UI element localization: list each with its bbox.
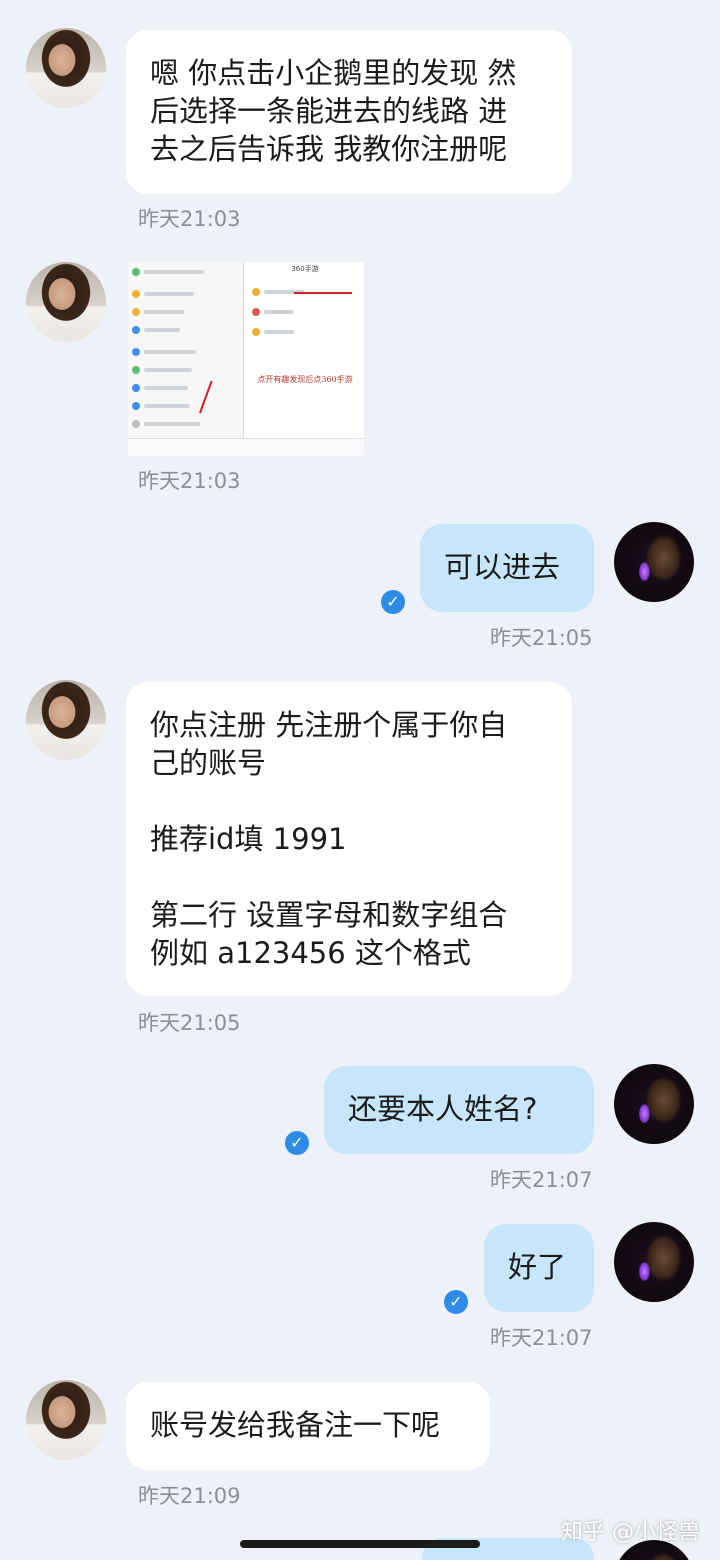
message-bubble-outgoing[interactable]: 可以进去	[420, 524, 594, 612]
message-timestamp: 昨天21:05	[490, 626, 593, 650]
message-bubble-incoming[interactable]: 嗯 你点击小企鹅里的发现 然 后选择一条能进去的线路 进 去之后告诉我 我教你注…	[126, 30, 572, 194]
self-avatar[interactable]	[614, 522, 694, 602]
message-timestamp: 昨天21:09	[138, 1484, 241, 1508]
message-timestamp: 昨天21:07	[490, 1326, 593, 1350]
check-circle-icon: ✓	[285, 1131, 309, 1155]
message-bubble-incoming[interactable]: 账号发给我备注一下呢	[126, 1382, 490, 1470]
message-bubble-outgoing[interactable]: 还要本人姓名?	[324, 1066, 594, 1154]
self-avatar[interactable]	[614, 1064, 694, 1144]
screenshot-caption: 点开有趣发现后点360手游	[257, 375, 353, 384]
contact-avatar[interactable]	[26, 1380, 106, 1460]
screenshot-tabbar	[128, 438, 364, 456]
message-timestamp: 昨天21:03	[138, 469, 241, 493]
home-indicator[interactable]	[240, 1540, 480, 1548]
self-avatar[interactable]	[614, 1222, 694, 1302]
screenshot-menu-pane	[128, 262, 244, 456]
message-timestamp: 昨天21:05	[138, 1011, 241, 1035]
message-timestamp: 昨天21:07	[490, 1168, 593, 1192]
contact-avatar[interactable]	[26, 28, 106, 108]
image-message[interactable]: 360手游 点开有趣发现后点360手游	[128, 262, 364, 456]
contact-avatar[interactable]	[26, 262, 106, 342]
message-timestamp: 昨天21:03	[138, 207, 241, 231]
message-bubble-outgoing[interactable]: 好了	[484, 1224, 594, 1312]
watermark: 知乎 @小怪兽	[561, 1520, 700, 1545]
check-circle-icon: ✓	[381, 590, 405, 614]
contact-avatar[interactable]	[26, 680, 106, 760]
message-bubble-incoming[interactable]: 你点注册 先注册个属于你自 己的账号 推荐id填 1991 第二行 设置字母和数…	[126, 682, 572, 996]
check-circle-icon: ✓	[444, 1290, 468, 1314]
screenshot-header: 360手游	[291, 265, 319, 273]
screenshot-list-pane	[246, 262, 364, 456]
